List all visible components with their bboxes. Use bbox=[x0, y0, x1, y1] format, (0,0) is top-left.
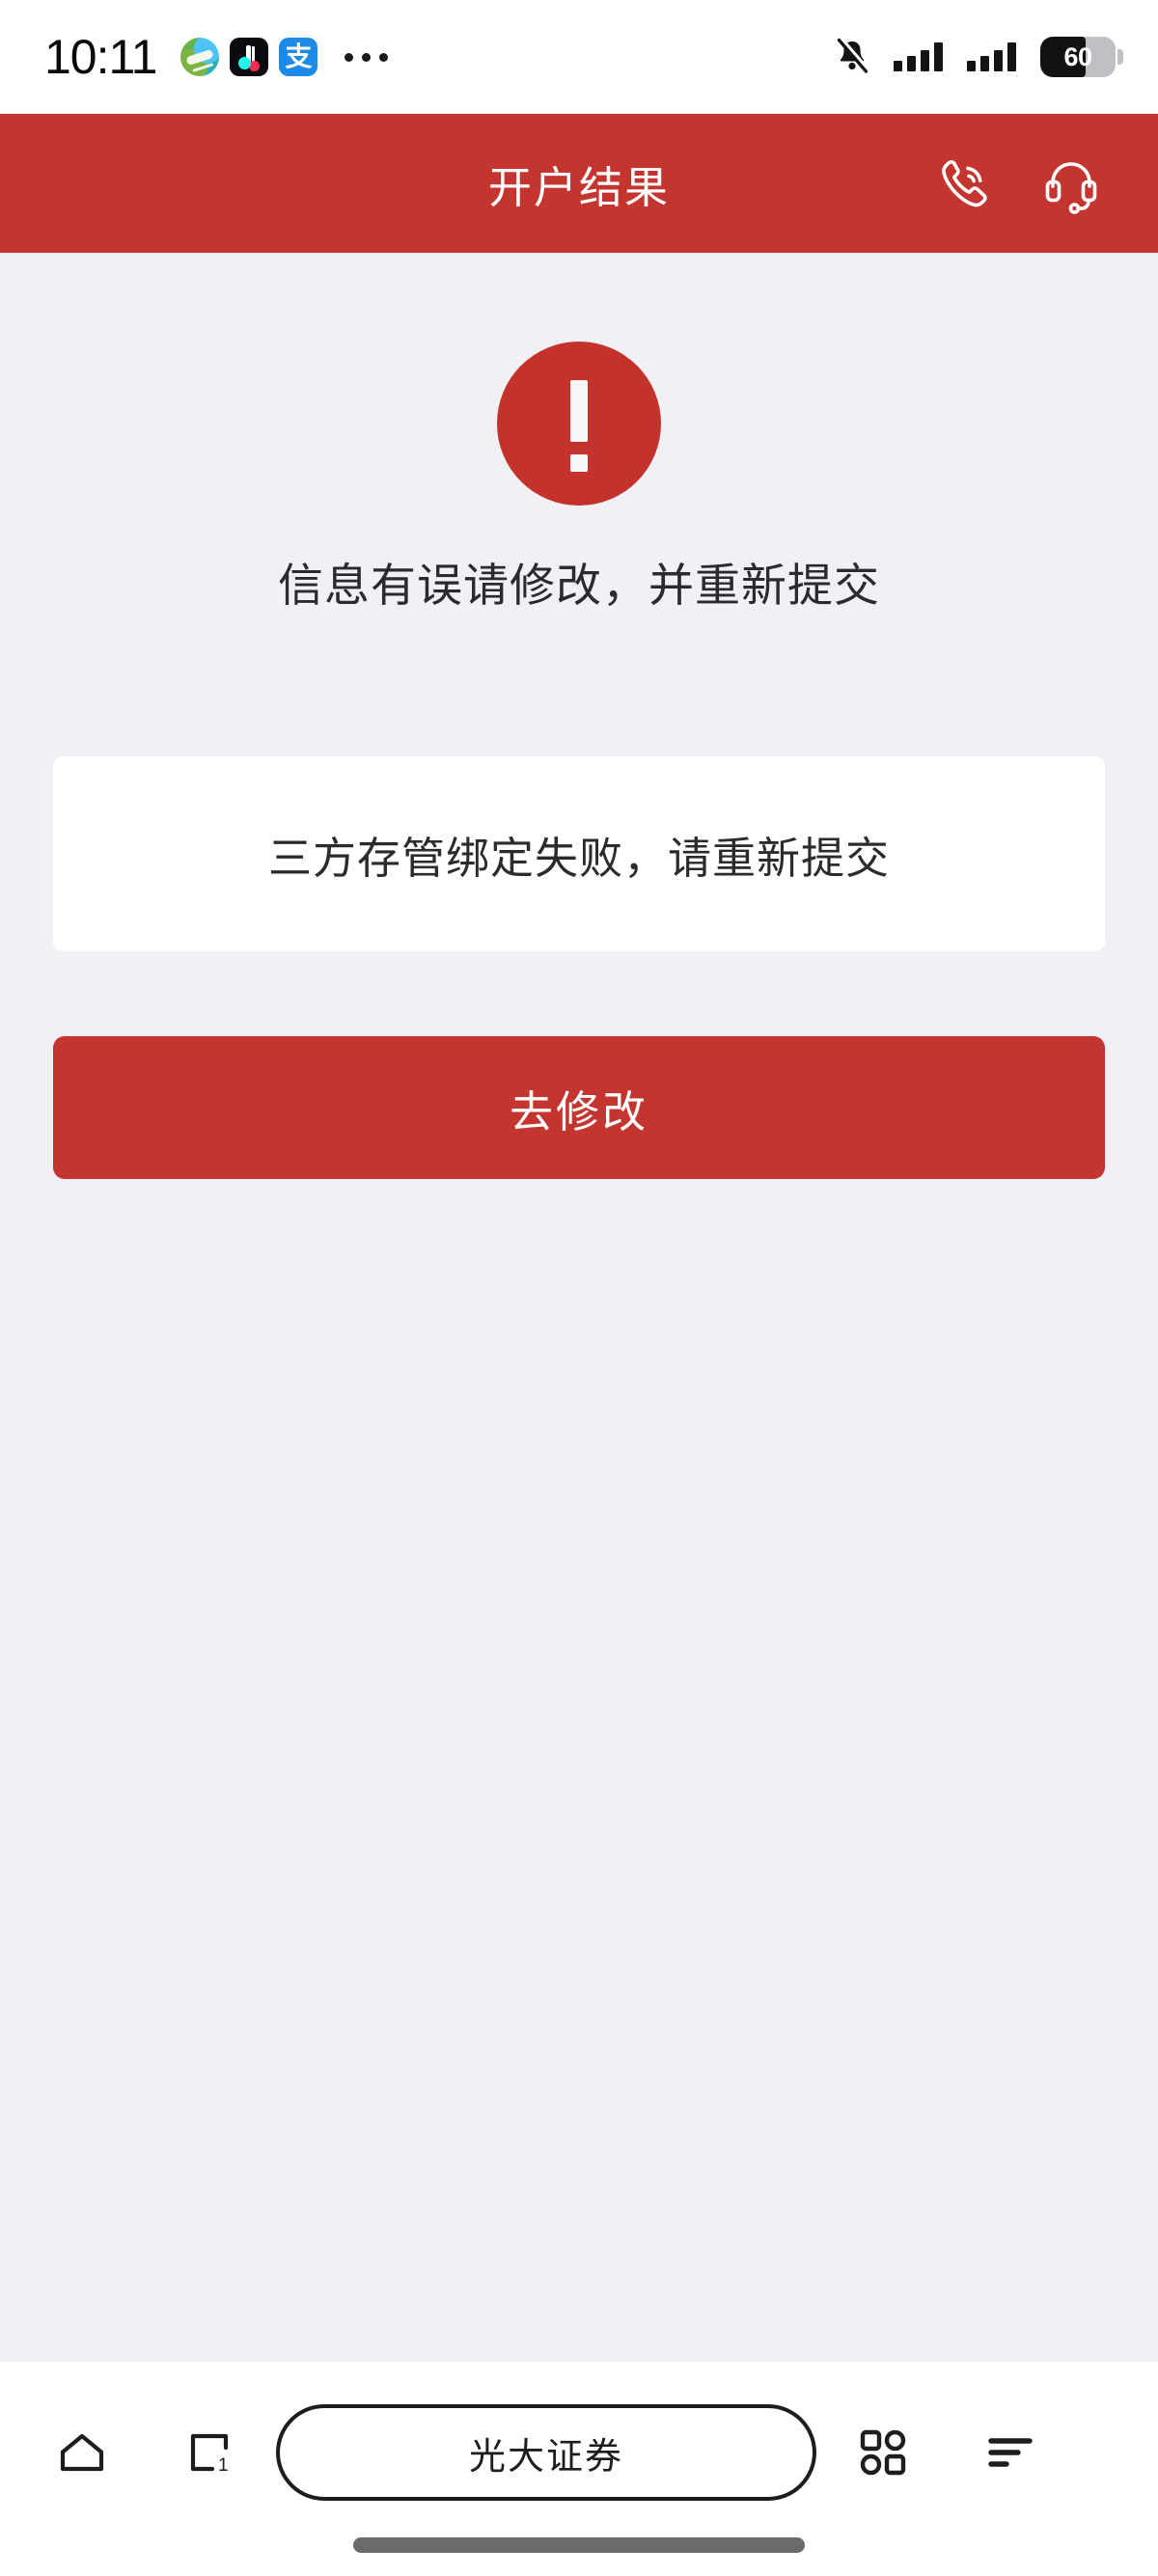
phone-call-icon[interactable] bbox=[934, 152, 996, 214]
status-message: 信息有误请修改，并重新提交 bbox=[278, 560, 880, 613]
address-bar-label: 光大证券 bbox=[468, 2434, 623, 2478]
detail-card: 三方存管绑定失败，请重新提交 bbox=[53, 756, 1105, 951]
exclamation-dot bbox=[570, 454, 588, 472]
douyin-app-icon bbox=[230, 38, 269, 76]
battery-icon: 60 bbox=[1040, 37, 1123, 77]
exclamation-stem bbox=[570, 380, 588, 442]
signal-bars-icon-1 bbox=[894, 42, 943, 71]
main-content: 信息有误请修改，并重新提交 三方存管绑定失败，请重新提交 去修改 bbox=[0, 253, 1158, 1179]
app-header: 开户结果 bbox=[0, 114, 1158, 253]
alipay-app-icon: 支 bbox=[279, 38, 318, 76]
error-exclamation-icon bbox=[497, 342, 661, 506]
phone-screen: 10:11 支 60 开户结果 信息有误请修改，并重新提交 三方存管绑定失败，请… bbox=[0, 0, 1158, 2576]
header-actions bbox=[934, 152, 1102, 214]
bottom-bar-left-icons: 1 bbox=[41, 2411, 251, 2494]
status-bar-right: 60 bbox=[835, 37, 1123, 77]
svg-text:1: 1 bbox=[218, 2455, 229, 2476]
globe-app-icon bbox=[180, 38, 220, 76]
tab-switcher-icon[interactable]: 1 bbox=[168, 2411, 251, 2494]
bottom-bar-right-icons bbox=[841, 2411, 1052, 2494]
detail-card-message: 三方存管绑定失败，请重新提交 bbox=[267, 832, 890, 884]
address-bar[interactable]: 光大证券 bbox=[276, 2404, 816, 2501]
battery-cap bbox=[1117, 49, 1123, 65]
battery-level-label: 60 bbox=[1063, 41, 1092, 71]
bell-muted-icon bbox=[835, 37, 870, 76]
home-icon[interactable] bbox=[41, 2411, 124, 2494]
home-indicator bbox=[353, 2537, 805, 2553]
go-modify-button[interactable]: 去修改 bbox=[53, 1036, 1105, 1179]
status-bar-overflow-icon bbox=[345, 52, 389, 62]
bottom-bar-row: 1 光大证券 bbox=[41, 2404, 1117, 2501]
headset-support-icon[interactable] bbox=[1040, 152, 1102, 214]
signal-bars-icon-2 bbox=[967, 42, 1016, 71]
status-bar-app-icons: 支 bbox=[180, 38, 318, 76]
status-bar-clock: 10:11 bbox=[44, 30, 157, 84]
menu-list-icon[interactable] bbox=[969, 2411, 1052, 2494]
status-bar: 10:11 支 60 bbox=[0, 0, 1158, 114]
apps-grid-icon[interactable] bbox=[841, 2411, 924, 2494]
status-bar-left: 10:11 支 bbox=[44, 30, 389, 84]
